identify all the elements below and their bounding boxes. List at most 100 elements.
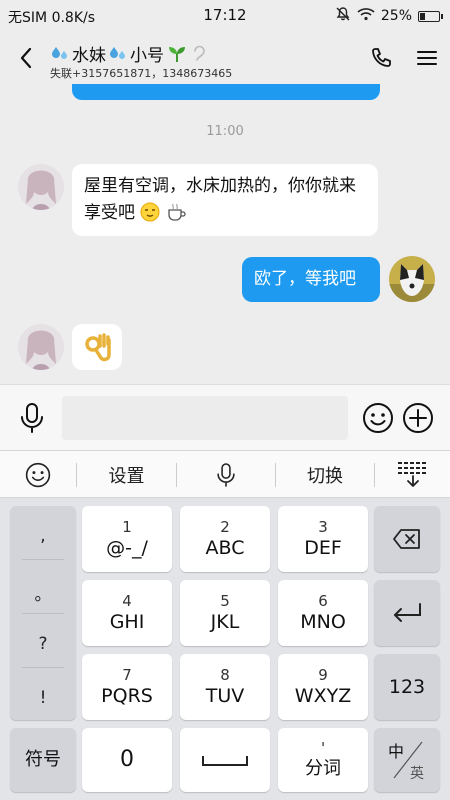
key-letters: GHI — [109, 611, 145, 633]
sprout-icon — [169, 46, 185, 62]
key-7[interactable]: 7 PQRS — [82, 654, 172, 720]
keyboard-voice-button[interactable] — [177, 451, 275, 499]
water-drops-icon — [52, 46, 67, 59]
my-avatar[interactable] — [389, 256, 435, 302]
previous-message-bubble[interactable] — [72, 84, 380, 100]
incoming-message[interactable]: 屋里有空调，水床加热的，你你就来享受吧 — [72, 164, 378, 236]
segment-mark: ' — [320, 739, 326, 757]
key-4[interactable]: 4 GHI — [82, 580, 172, 646]
zero-key[interactable]: 0 — [82, 728, 172, 792]
message-list[interactable]: 11:00 屋里有空调，水床加热的，你你就来享受吧 欧了，等我吧 — [0, 84, 450, 384]
key-6[interactable]: 6 MNO — [278, 580, 368, 646]
incoming-emoji-message[interactable] — [72, 324, 122, 370]
microphone-icon — [217, 463, 235, 487]
input-bar — [0, 384, 450, 450]
outgoing-message[interactable]: 欧了，等我吧 — [242, 257, 380, 302]
number-mode-label: 123 — [388, 676, 426, 698]
key-8[interactable]: 8 TUV — [180, 654, 270, 720]
key-number: 1 — [122, 518, 132, 536]
keyboard-hide-button[interactable] — [375, 451, 450, 499]
water-drops-icon — [110, 46, 125, 59]
chat-title: 水妹 小号 — [50, 41, 210, 66]
status-bar: 无SIM 0.8K/s 17:12 25% — [0, 0, 450, 32]
key-number: 4 — [122, 592, 132, 610]
my-avatar-image — [389, 256, 435, 302]
keyboard: , 。 ? ! 1 @-_/ 2 ABC 3 DEF 4 GHI 5 JKL 6… — [0, 498, 450, 800]
more-button[interactable] — [402, 402, 434, 434]
voice-input-button[interactable] — [18, 401, 46, 435]
punctuation-column[interactable]: , 。 ? ! — [10, 506, 76, 720]
contact-avatar-image — [18, 324, 64, 370]
battery-percent: 25% — [380, 8, 412, 24]
ok-hand-emoji-icon — [85, 333, 111, 362]
key-number: 6 — [318, 592, 328, 610]
key-number: 9 — [318, 666, 328, 684]
wifi-icon — [357, 7, 375, 25]
plus-circle-icon — [403, 403, 433, 433]
key-letters: WXYZ — [294, 685, 352, 707]
key-letters: @-_/ — [106, 537, 148, 559]
key-3[interactable]: 3 DEF — [278, 506, 368, 572]
keyboard-switch-label: 切换 — [307, 466, 343, 487]
call-button[interactable] — [369, 46, 393, 70]
keyboard-emoji-button[interactable] — [0, 451, 76, 499]
smirk-emoji-icon — [140, 202, 160, 222]
key-2[interactable]: 2 ABC — [180, 506, 270, 572]
menu-button[interactable] — [415, 46, 439, 70]
slash-divider — [393, 741, 423, 779]
symbols-label: 符号 — [25, 749, 61, 770]
contact-avatar-image — [18, 164, 64, 210]
key-number: 2 — [220, 518, 230, 536]
keyboard-switch-button[interactable]: 切换 — [276, 451, 374, 499]
space-icon — [202, 756, 248, 766]
punct-key-comma[interactable]: , — [10, 526, 76, 546]
battery-fill — [420, 12, 425, 20]
backspace-key[interactable] — [374, 506, 440, 572]
title-name: 水妹 — [72, 46, 106, 66]
message-timestamp: 11:00 — [206, 124, 244, 139]
emoji-button[interactable] — [362, 402, 394, 434]
key-letters: TUV — [205, 685, 245, 707]
chat-screen: 无SIM 0.8K/s 17:12 25% 水妹 小号 失联+315765187… — [0, 0, 450, 800]
menu-icon — [417, 51, 437, 65]
keyboard-settings-button[interactable]: 设置 — [77, 451, 176, 499]
smiley-icon — [363, 403, 393, 433]
punct-key-question[interactable]: ? — [10, 634, 76, 654]
phone-icon — [372, 48, 391, 67]
back-button[interactable] — [14, 44, 40, 72]
chat-header: 水妹 小号 失联+3157651871，1348673465 — [0, 32, 450, 84]
message-input[interactable] — [62, 396, 348, 440]
enter-icon — [394, 603, 421, 622]
microphone-icon — [21, 403, 43, 433]
keyboard-settings-label: 设置 — [108, 466, 145, 487]
zero-label: 0 — [120, 747, 134, 772]
coffee-emoji-icon — [168, 203, 186, 221]
contact-avatar[interactable] — [18, 324, 64, 370]
status-right: 25% — [335, 6, 443, 26]
segment-label: 分词 — [305, 758, 341, 779]
keyboard-hide-icon — [397, 462, 428, 487]
symbols-key[interactable]: 符号 — [10, 728, 76, 792]
space-key[interactable] — [180, 728, 270, 792]
battery-icon — [418, 10, 443, 22]
key-9[interactable]: 9 WXYZ — [278, 654, 368, 720]
punct-key-period[interactable]: 。 — [10, 580, 76, 605]
key-number: 8 — [220, 666, 230, 684]
punct-key-exclaim[interactable]: ! — [10, 688, 76, 708]
contact-avatar[interactable] — [18, 164, 64, 210]
enter-key[interactable] — [374, 580, 440, 646]
punct-divider — [22, 559, 64, 560]
punct-divider — [22, 667, 64, 668]
key-number: 5 — [220, 592, 230, 610]
key-letters: DEF — [304, 537, 342, 559]
segment-key[interactable]: ' 分词 — [278, 728, 368, 792]
key-1[interactable]: 1 @-_/ — [82, 506, 172, 572]
incoming-message-text: 屋里有空调，水床加热的，你你就来享受吧 — [84, 176, 356, 223]
key-letters: ABC — [205, 537, 245, 559]
lang-en-label: 英 — [410, 766, 424, 782]
key-5[interactable]: 5 JKL — [180, 580, 270, 646]
language-toggle-key[interactable]: 中 英 — [374, 728, 440, 792]
title-suffix: 小号 — [130, 46, 164, 66]
chevron-left-icon — [20, 47, 32, 69]
number-mode-key[interactable]: 123 — [374, 654, 440, 720]
